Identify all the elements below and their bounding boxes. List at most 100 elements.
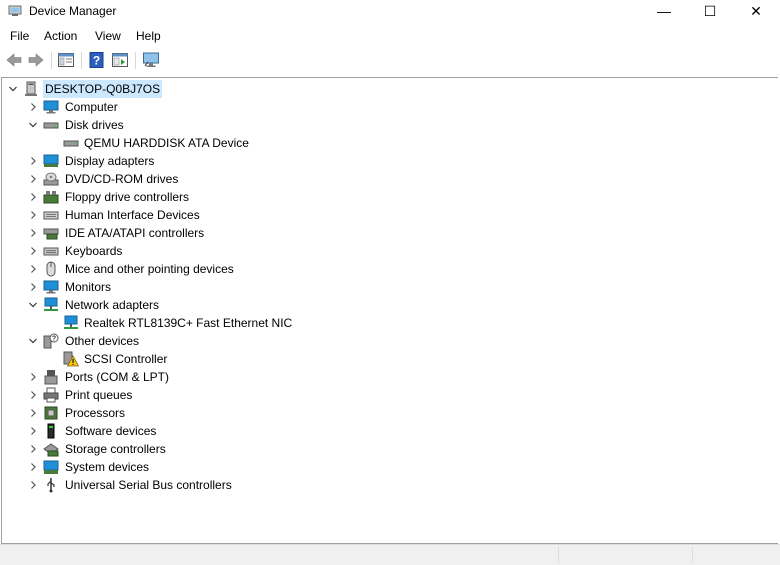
tree-category-display-adapters[interactable]: Display adapters <box>2 152 402 170</box>
tree-category-mice[interactable]: Mice and other pointing devices <box>2 260 402 278</box>
chevron-right-icon[interactable] <box>27 242 39 260</box>
tree-category-computer[interactable]: Computer <box>2 98 402 116</box>
tree-category-label: Network adapters <box>65 298 160 312</box>
dvd-icon <box>43 172 59 186</box>
chevron-down-icon[interactable] <box>27 296 39 314</box>
chevron-down-icon[interactable] <box>7 80 19 98</box>
tree-category-label: Universal Serial Bus controllers <box>65 478 232 492</box>
tree-category-floppy-controllers[interactable]: Floppy drive controllers <box>2 188 402 206</box>
chevron-down-icon[interactable] <box>27 116 39 134</box>
svg-text:?: ? <box>52 336 56 343</box>
chevron-right-icon[interactable] <box>27 170 39 188</box>
tree-category-software-devices[interactable]: Software devices <box>2 422 402 440</box>
menu-view[interactable]: View <box>95 29 121 43</box>
status-bar <box>0 544 780 565</box>
toolbar-separator <box>81 52 82 69</box>
chevron-right-icon[interactable] <box>27 152 39 170</box>
tree-category-label: Monitors <box>65 280 112 294</box>
tree-device-label: SCSI Controller <box>84 352 168 366</box>
chevron-right-icon[interactable] <box>27 98 39 116</box>
tree-category-dvd-drives[interactable]: DVD/CD-ROM drives <box>2 170 402 188</box>
tree-category-print-queues[interactable]: Print queues <box>2 386 402 404</box>
minimize-button[interactable]: — <box>641 0 687 22</box>
tree-category-label: Disk drives <box>65 118 124 132</box>
menu-help[interactable]: Help <box>136 29 161 43</box>
chevron-right-icon[interactable] <box>27 458 39 476</box>
processor-icon <box>44 406 58 420</box>
tree-category-label: Human Interface Devices <box>65 208 200 222</box>
ide-controller-icon <box>43 228 59 240</box>
chevron-right-icon[interactable] <box>27 278 39 296</box>
maximize-button[interactable]: ☐ <box>687 0 733 22</box>
properties-icon[interactable] <box>111 51 129 69</box>
tree-category-storage-controllers[interactable]: Storage controllers <box>2 440 402 458</box>
tree-category-label: Display adapters <box>65 154 155 168</box>
tree-category-label: Keyboards <box>65 244 123 258</box>
chevron-down-icon[interactable] <box>27 332 39 350</box>
tree-category-disk-drives[interactable]: Disk drives <box>2 116 402 134</box>
tree-category-label: Computer <box>65 100 118 114</box>
monitor-scan-icon[interactable] <box>142 51 160 69</box>
chevron-right-icon[interactable] <box>27 260 39 278</box>
tree-device-qemu-harddisk[interactable]: QEMU HARDDISK ATA Device <box>2 134 402 152</box>
status-bar-divider <box>692 547 693 563</box>
floppy-controller-icon <box>43 191 59 204</box>
device-manager-app-icon <box>8 5 22 16</box>
forward-arrow-icon[interactable] <box>27 51 45 69</box>
tree-device-label: Realtek RTL8139C+ Fast Ethernet NIC <box>84 316 293 330</box>
chevron-right-icon[interactable] <box>27 422 39 440</box>
chevron-right-icon[interactable] <box>27 476 39 494</box>
window-title: Device Manager <box>29 4 117 18</box>
tree-device-scsi-controller[interactable]: SCSI Controller <box>2 350 402 368</box>
display-adapter-icon <box>43 154 59 167</box>
computer-root-icon <box>25 81 37 96</box>
menu-file[interactable]: File <box>10 29 29 43</box>
help-icon[interactable]: ? <box>88 51 106 69</box>
menu-action[interactable]: Action <box>44 29 77 43</box>
chevron-right-icon[interactable] <box>27 224 39 242</box>
tree-category-network-adapters[interactable]: Network adapters <box>2 296 402 314</box>
port-icon <box>44 370 58 385</box>
network-adapter-icon <box>44 297 58 311</box>
tree-device-label: QEMU HARDDISK ATA Device <box>84 136 249 150</box>
tree-category-other-devices[interactable]: ? Other devices <box>2 332 402 350</box>
tree-category-ide-controllers[interactable]: IDE ATA/ATAPI controllers <box>2 224 402 242</box>
chevron-right-icon[interactable] <box>27 188 39 206</box>
back-arrow-icon[interactable] <box>5 51 23 69</box>
tree-category-processors[interactable]: Processors <box>2 404 402 422</box>
svg-text:?: ? <box>93 54 100 68</box>
software-device-icon <box>47 423 55 439</box>
status-bar-divider <box>558 547 559 563</box>
tree-category-keyboards[interactable]: Keyboards <box>2 242 402 260</box>
disk-drive-icon <box>43 122 59 129</box>
usb-icon <box>47 478 55 493</box>
close-button[interactable]: ✕ <box>733 0 779 22</box>
other-devices-icon: ? <box>43 333 59 349</box>
tree-category-label: Mice and other pointing devices <box>65 262 234 276</box>
console-tree-icon[interactable] <box>57 51 75 69</box>
tree-device-realtek-nic[interactable]: Realtek RTL8139C+ Fast Ethernet NIC <box>2 314 402 332</box>
keyboard-icon <box>43 247 59 256</box>
tree-category-usb-controllers[interactable]: Universal Serial Bus controllers <box>2 476 402 494</box>
chevron-right-icon[interactable] <box>27 440 39 458</box>
tree-category-label: DVD/CD-ROM drives <box>65 172 179 186</box>
chevron-right-icon[interactable] <box>27 386 39 404</box>
chevron-right-icon[interactable] <box>27 404 39 422</box>
tree-category-hid[interactable]: Human Interface Devices <box>2 206 402 224</box>
menu-bar: File Action View Help <box>0 26 780 46</box>
tree-category-monitors[interactable]: Monitors <box>2 278 402 296</box>
tree-root-node[interactable]: DESKTOP-Q0BJ7OS <box>2 80 302 98</box>
tree-category-label: Floppy drive controllers <box>65 190 190 204</box>
tree-category-label: Other devices <box>65 334 140 348</box>
tree-category-label: Print queues <box>65 388 133 402</box>
mouse-icon <box>46 261 56 277</box>
chevron-right-icon[interactable] <box>27 206 39 224</box>
tree-category-label: Processors <box>65 406 126 420</box>
chevron-right-icon[interactable] <box>27 368 39 386</box>
tree-category-system-devices[interactable]: System devices <box>2 458 402 476</box>
tree-category-ports[interactable]: Ports (COM & LPT) <box>2 368 402 386</box>
toolbar: ? <box>0 48 780 74</box>
title-bar: Device Manager — ☐ ✕ <box>0 0 780 24</box>
toolbar-separator <box>135 52 136 69</box>
tree-category-label: Storage controllers <box>65 442 166 456</box>
